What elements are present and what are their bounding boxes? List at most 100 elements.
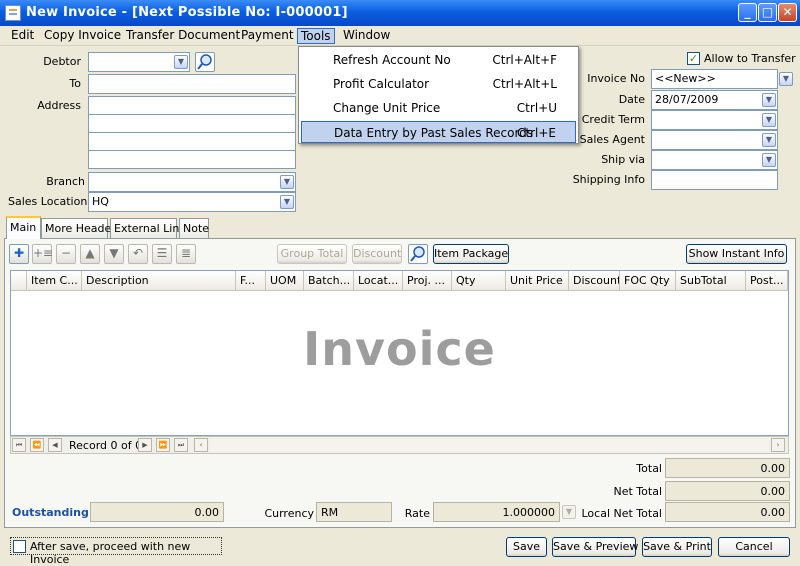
column-foc-qty[interactable]: FOC Qty (620, 271, 676, 291)
menu-item-change-unit-price[interactable]: Change Unit Price Ctrl+U (301, 97, 576, 119)
address-line-1[interactable] (88, 96, 296, 115)
maximize-icon[interactable]: □ (758, 3, 777, 22)
group-total-button[interactable]: Group Total (277, 244, 347, 264)
tab-note[interactable]: Note (179, 218, 209, 238)
column-subtotal[interactable]: SubTotal (676, 271, 746, 291)
column-discount[interactable]: Discount (569, 271, 620, 291)
credit-term-field[interactable] (651, 110, 778, 130)
grid-row-header (11, 271, 27, 291)
cancel-button[interactable]: Cancel (718, 537, 790, 557)
proceed-option[interactable]: After save, proceed with new Invoice (10, 537, 222, 566)
item-package-button[interactable]: Item Package (433, 244, 509, 264)
outstanding-value: 0.00 (90, 502, 224, 522)
branch-field[interactable] (88, 172, 296, 192)
menu-item-profit-calculator[interactable]: Profit Calculator Ctrl+Alt+L (301, 73, 576, 95)
sales-location-dropdown-icon[interactable]: ▼ (280, 195, 294, 209)
column-project[interactable]: Proj. ... (403, 271, 452, 291)
close-icon[interactable]: ✕ (778, 3, 797, 22)
sales-agent-dropdown-icon[interactable]: ▼ (762, 133, 776, 147)
window-title: New Invoice - [Next Possible No: I-00000… (26, 5, 348, 20)
invoice-no-dropdown-icon[interactable]: ▼ (779, 72, 793, 86)
tab-main[interactable]: Main (6, 216, 41, 239)
record-counter: Record 0 of 0 (69, 439, 143, 452)
local-net-total-value: 0.00 (665, 502, 790, 522)
net-total-label: Net Total (613, 485, 663, 498)
delete-row-icon[interactable]: − (56, 244, 76, 264)
move-down-icon[interactable]: ▼ (104, 244, 124, 264)
to-label: To (69, 77, 81, 90)
menu-window[interactable]: Window (340, 28, 393, 44)
menu-payment[interactable]: Payment (238, 28, 297, 44)
column-unit-price[interactable]: Unit Price (506, 271, 569, 291)
date-field[interactable]: 28/07/2009 (651, 90, 778, 110)
next-page-icon[interactable]: ⏩ (156, 438, 170, 452)
move-up-icon[interactable]: ▲ (80, 244, 100, 264)
menu-edit[interactable]: Edit (8, 28, 37, 44)
next-record-icon[interactable]: ▶ (138, 438, 152, 452)
column-uom[interactable]: UOM (266, 271, 304, 291)
column-description[interactable]: Description (82, 271, 236, 291)
proceed-label: After save, proceed with new Invoice (30, 540, 191, 566)
to-field[interactable] (88, 74, 296, 94)
tab-external-link[interactable]: External Link (110, 218, 186, 238)
menu-item-refresh-account-no[interactable]: Refresh Account No Ctrl+Alt+F (301, 49, 576, 71)
minimize-icon[interactable]: _ (738, 3, 757, 22)
menu-item-label: Profit Calculator (333, 77, 430, 91)
outstanding-label: Outstanding: (12, 506, 94, 519)
ship-via-dropdown-icon[interactable]: ▼ (762, 153, 776, 167)
column-location[interactable]: Locat... (354, 271, 403, 291)
column-f[interactable]: F... (236, 271, 266, 291)
save-preview-button[interactable]: Save & Preview (552, 537, 638, 557)
prev-page-icon[interactable]: ⏪ (30, 438, 44, 452)
rate-dropdown-icon[interactable]: ▼ (562, 505, 576, 519)
menu-item-label: Data Entry by Past Sales Records (334, 126, 534, 140)
detail-view-icon[interactable]: ☰ (152, 244, 172, 264)
horizontal-scrollbar[interactable] (210, 438, 769, 452)
discount-button[interactable]: Discount (352, 244, 402, 264)
address-line-3[interactable] (88, 132, 296, 151)
address-line-2[interactable] (88, 114, 296, 133)
last-record-icon[interactable]: ⏭ (174, 438, 188, 452)
debtor-dropdown-icon[interactable]: ▼ (174, 55, 188, 69)
search-icon (410, 246, 425, 262)
column-qty[interactable]: Qty (452, 271, 506, 291)
credit-term-dropdown-icon[interactable]: ▼ (762, 113, 776, 127)
app-icon[interactable] (5, 5, 21, 21)
branch-label: Branch (46, 175, 85, 188)
subtotal-icon[interactable]: ≣ (176, 244, 196, 264)
column-batch[interactable]: Batch... (304, 271, 354, 291)
column-post[interactable]: Post... (746, 271, 788, 291)
prev-record-icon[interactable]: ◀ (48, 438, 62, 452)
add-row-icon[interactable]: ✚ (9, 244, 29, 264)
menu-copy-invoice[interactable]: Copy Invoice (41, 28, 124, 44)
item-search-button[interactable] (408, 244, 428, 264)
ship-via-field[interactable] (651, 150, 778, 170)
menu-item-data-entry-past-sales[interactable]: Data Entry by Past Sales Records Ctrl+E (301, 121, 576, 143)
total-value: 0.00 (665, 458, 790, 478)
insert-row-icon[interactable]: +≡ (32, 244, 53, 264)
shipping-info-field[interactable] (651, 170, 778, 190)
scroll-left-icon[interactable]: ‹ (194, 438, 208, 452)
sales-location-field[interactable]: HQ (88, 192, 296, 212)
branch-dropdown-icon[interactable]: ▼ (280, 175, 294, 189)
undo-icon[interactable]: ↶ (128, 244, 148, 264)
tab-more-header[interactable]: More Header (41, 218, 116, 238)
menu-transfer-document[interactable]: Transfer Document (123, 28, 243, 44)
menu-tools[interactable]: Tools (297, 28, 335, 44)
save-button[interactable]: Save (506, 537, 547, 557)
show-instant-info-button[interactable]: Show Instant Info (686, 244, 787, 264)
record-navigator: ⏮ ⏪ ◀ Record 0 of 0 ▶ ⏩ ⏭ ‹ › (10, 436, 789, 454)
proceed-checkbox[interactable] (13, 540, 26, 553)
scroll-right-icon[interactable]: › (771, 438, 785, 452)
sales-agent-field[interactable] (651, 130, 778, 150)
date-dropdown-icon[interactable]: ▼ (762, 93, 776, 107)
save-print-button[interactable]: Save & Print (642, 537, 712, 557)
first-record-icon[interactable]: ⏮ (12, 438, 26, 452)
invoice-no-field[interactable]: <<New>> (651, 69, 778, 89)
allow-transfer-checkbox[interactable]: ✓ (687, 52, 700, 65)
title-bar[interactable]: New Invoice - [Next Possible No: I-00000… (0, 0, 800, 26)
debtor-search-button[interactable] (195, 52, 215, 72)
column-item-code[interactable]: Item C... (27, 271, 82, 291)
tools-menu: Refresh Account No Ctrl+Alt+F Profit Cal… (298, 46, 579, 144)
address-line-4[interactable] (88, 150, 296, 169)
